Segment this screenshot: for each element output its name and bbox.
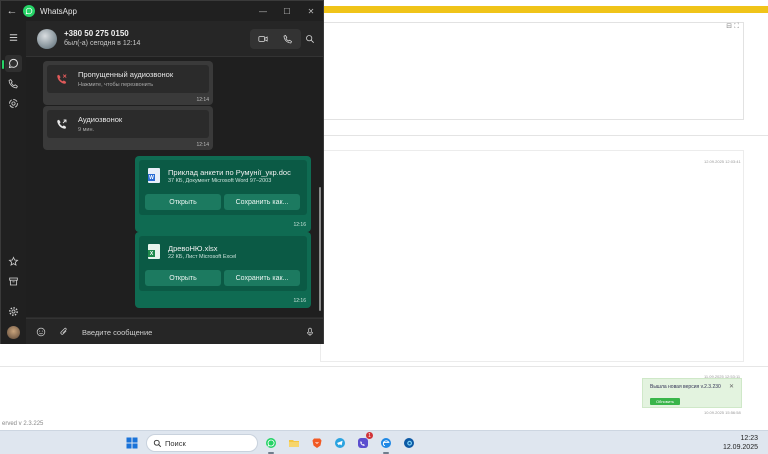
status-icon[interactable]	[5, 95, 22, 112]
timestamp: 12.09.2025 12:03:41	[704, 159, 741, 164]
message-time: 12:14	[196, 142, 209, 148]
contact-name[interactable]: +380 50 275 0150	[64, 29, 129, 38]
message-input[interactable]: Введите сообщение	[82, 328, 152, 337]
document-message: X ДревоНЮ.xlsx 22 КБ, Лист Microsoft Exc…	[135, 232, 311, 308]
system-clock[interactable]: 12:23 12.09.2025	[723, 434, 758, 452]
toast-text: Вышла новая версия v.2.3.230	[650, 384, 721, 390]
emoji-icon[interactable]	[36, 327, 46, 337]
minimize-button[interactable]: —	[251, 7, 275, 16]
menu-icon[interactable]	[5, 29, 22, 46]
message-time: 12:14	[196, 97, 209, 103]
document-card[interactable]: W Приклад анкети по Румунії_укр.doc 37 К…	[139, 160, 307, 215]
call-message: Пропущенный аудиозвонок Нажмите, чтобы п…	[43, 61, 213, 105]
open-button[interactable]: Открыть	[145, 270, 221, 286]
file-name: ДревоНЮ.xlsx	[168, 244, 218, 253]
video-camera-icon	[257, 36, 268, 42]
windows-start-icon[interactable]	[126, 437, 138, 449]
last-seen-status: был(-а) сегодня в 12:14	[64, 40, 141, 47]
calls-icon[interactable]	[5, 75, 22, 92]
whatsapp-icon[interactable]	[263, 435, 279, 451]
taskbar: Поиск 1 12:23 12.09.2025	[0, 430, 768, 454]
toast-close-icon[interactable]: ✕	[729, 383, 734, 390]
call-subtitle: 9 мин.	[78, 127, 95, 133]
notification-badge: 1	[366, 432, 373, 439]
save-as-button[interactable]: Сохранить как...	[224, 194, 300, 210]
settings-icon[interactable]	[5, 303, 22, 320]
panel-icons[interactable]: ⊟ ⛶	[726, 22, 739, 31]
window-title: WhatsApp	[40, 6, 77, 16]
chat-header: +380 50 275 0150 был(-а) сегодня в 12:14	[26, 21, 323, 57]
whatsapp-window: ← WhatsApp — ☐ ✕ +380 50 275 0150 был(-а…	[0, 0, 324, 344]
timestamp: 10.09.2025 15:56:58	[704, 410, 741, 415]
notification-bar	[320, 6, 768, 13]
editor-panel[interactable]: ⊟ ⛶	[320, 22, 744, 120]
audio-call-card[interactable]: Аудиозвонок 9 мин.	[47, 110, 209, 138]
active-indicator	[2, 60, 4, 69]
clock-date: 12.09.2025	[722, 444, 758, 451]
divider	[0, 366, 768, 367]
open-button[interactable]: Открыть	[145, 194, 221, 210]
chats-icon[interactable]	[5, 55, 22, 72]
telegram-icon[interactable]	[332, 435, 348, 451]
contact-avatar[interactable]	[37, 29, 57, 49]
brave-icon[interactable]	[309, 435, 325, 451]
edge-icon[interactable]	[401, 435, 417, 451]
close-button[interactable]: ✕	[299, 7, 323, 16]
clock-time: 12:23	[740, 435, 758, 442]
file-type-letter: W	[148, 174, 155, 181]
scrollbar[interactable]	[319, 187, 321, 311]
document-card[interactable]: X ДревоНЮ.xlsx 22 КБ, Лист Microsoft Exc…	[139, 236, 307, 291]
file-explorer-icon[interactable]	[286, 435, 302, 451]
file-meta: 37 КБ, Документ Microsoft Word 97–2003	[168, 178, 272, 184]
version-text: erved v 2.3.225	[2, 421, 44, 427]
call-subtitle: Нажмите, чтобы перезвонить	[78, 82, 154, 88]
update-button[interactable]: Обновить	[650, 398, 680, 405]
back-arrow-icon[interactable]: ←	[1, 5, 23, 17]
video-call-button[interactable]	[250, 29, 275, 49]
save-as-button[interactable]: Сохранить как...	[224, 270, 300, 286]
voice-call-button[interactable]	[275, 29, 300, 49]
document-message: W Приклад анкети по Румунії_укр.doc 37 К…	[135, 156, 311, 232]
missed-call-icon	[57, 74, 67, 84]
whatsapp-logo-icon	[23, 5, 35, 17]
microphone-icon[interactable]	[305, 327, 315, 337]
search-placeholder: Поиск	[165, 439, 186, 448]
attach-icon[interactable]	[59, 327, 69, 337]
message-composer: Введите сообщение	[26, 318, 323, 344]
phone-icon	[283, 35, 292, 44]
call-message: Аудиозвонок 9 мин. 12:14	[43, 106, 213, 150]
search-icon	[153, 439, 162, 448]
title-bar: ← WhatsApp — ☐ ✕	[1, 1, 323, 21]
call-title: Пропущенный аудиозвонок	[78, 70, 174, 79]
update-toast: Вышла новая версия v.2.3.230 ✕ Обновить	[642, 378, 742, 408]
starred-icon[interactable]	[5, 253, 22, 270]
word-file-icon: W	[148, 168, 160, 183]
history-panel	[320, 150, 744, 362]
file-meta: 22 КБ, Лист Microsoft Excel	[168, 254, 237, 260]
message-time: 12:16	[293, 298, 306, 304]
call-buttons	[250, 29, 301, 49]
message-time: 12:16	[293, 222, 306, 228]
missed-call-card[interactable]: Пропущенный аудиозвонок Нажмите, чтобы п…	[47, 65, 209, 93]
file-name: Приклад анкети по Румунії_укр.doc	[168, 168, 291, 177]
search-icon[interactable]	[305, 34, 315, 44]
nav-rail	[1, 21, 26, 344]
divider	[320, 135, 768, 136]
profile-avatar[interactable]	[7, 326, 20, 339]
file-type-letter: X	[148, 250, 155, 257]
maximize-button[interactable]: ☐	[275, 7, 299, 16]
browser-icon[interactable]	[378, 435, 394, 451]
message-list[interactable]: Пропущенный аудиозвонок Нажмите, чтобы п…	[26, 57, 323, 317]
excel-file-icon: X	[148, 244, 160, 259]
call-icon	[57, 119, 67, 129]
call-title: Аудиозвонок	[78, 115, 123, 124]
taskbar-search[interactable]: Поиск	[146, 434, 258, 452]
archive-icon[interactable]	[5, 273, 22, 290]
